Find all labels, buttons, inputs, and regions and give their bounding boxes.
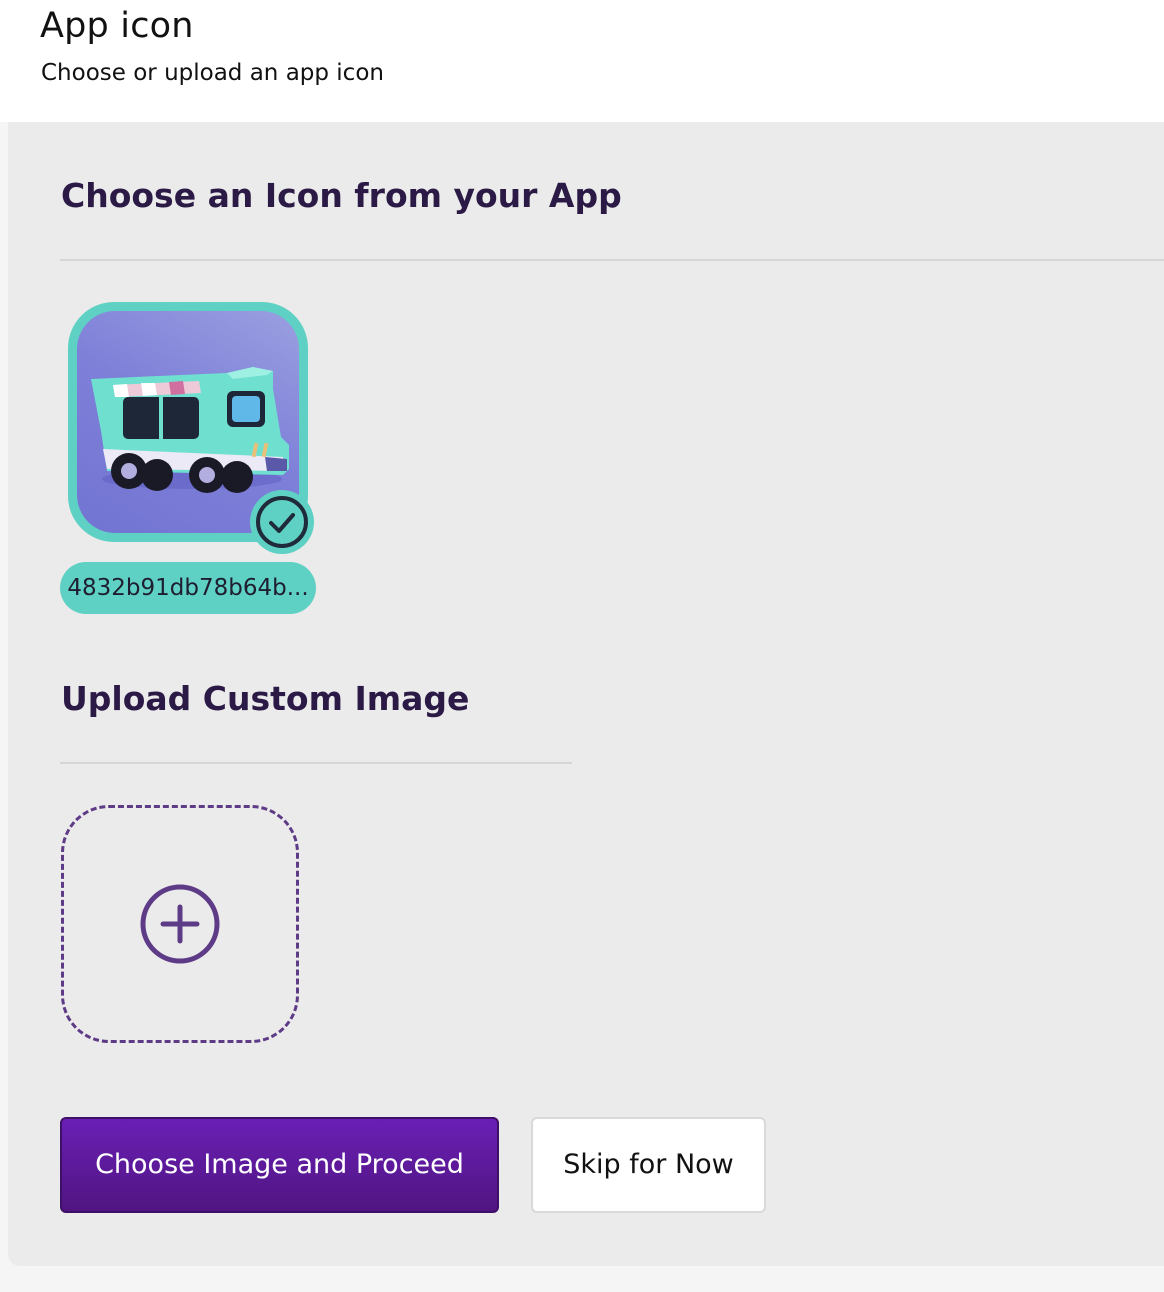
upload-section-divider — [60, 762, 572, 764]
skip-for-now-button[interactable]: Skip for Now — [531, 1117, 766, 1213]
plus-circle-icon — [140, 884, 220, 964]
page-header: App icon Choose or upload an app icon — [0, 0, 1164, 122]
section-divider — [60, 259, 1164, 261]
upload-section-title: Upload Custom Image — [61, 679, 470, 718]
selected-check-icon — [250, 490, 314, 554]
choose-image-proceed-button[interactable]: Choose Image and Proceed — [60, 1117, 499, 1213]
icon-name-label[interactable]: 4832b91db78b64b... — [60, 562, 316, 614]
page-title: App icon — [40, 6, 194, 46]
app-icon-option[interactable] — [68, 302, 314, 554]
upload-image-dropzone[interactable] — [61, 805, 299, 1043]
page-subtitle: Choose or upload an app icon — [41, 60, 384, 86]
choose-icon-section-title: Choose an Icon from your App — [61, 176, 622, 215]
icon-selection-panel: Choose an Icon from your App 4832b91db78… — [8, 122, 1164, 1266]
